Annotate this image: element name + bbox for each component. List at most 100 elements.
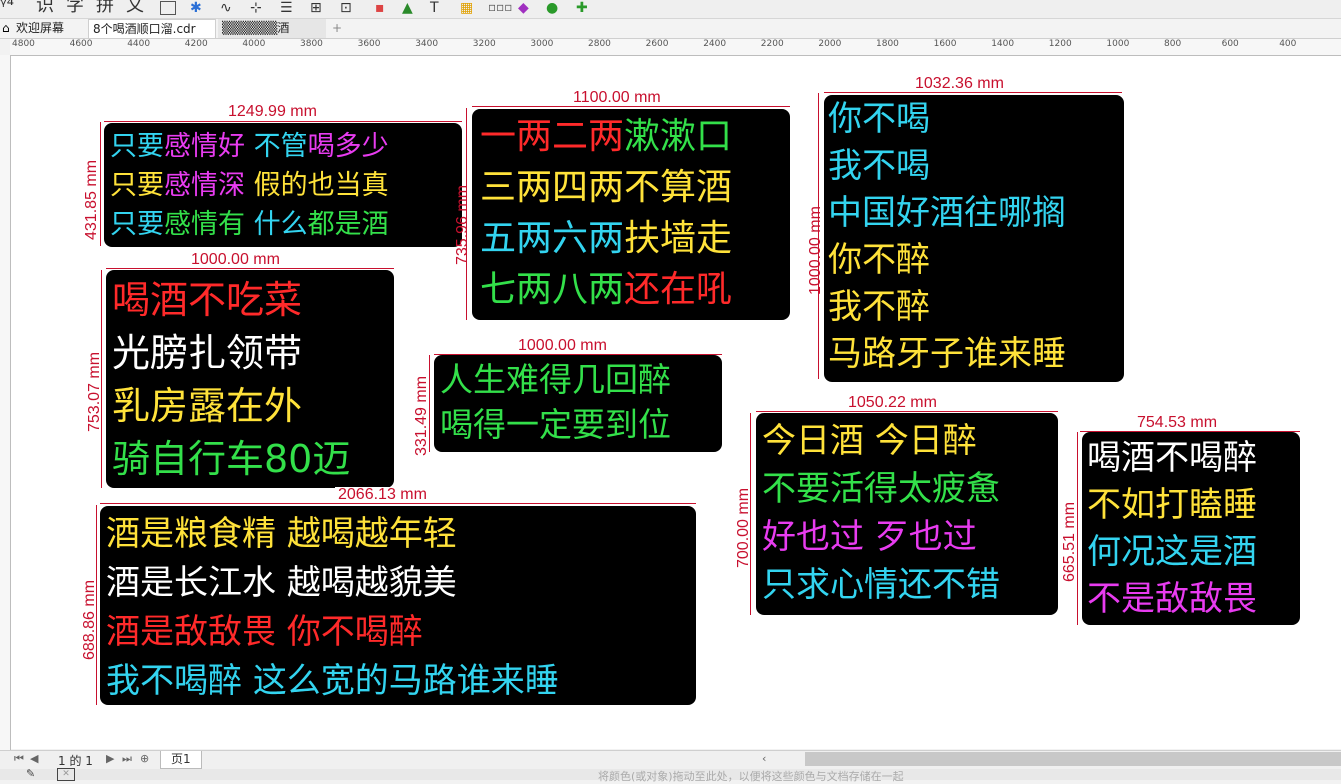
tab-file2[interactable]: ▒▒▒▒▒▒酒词.cdr [218, 19, 326, 54]
sign-line: 你不醉 [828, 237, 1120, 284]
plugin-icon[interactable]: ✚ [576, 0, 588, 16]
ruler-tick-label: 4800 [12, 39, 35, 49]
home-icon[interactable]: ⌂ [2, 21, 10, 35]
sign-text: 不要活得太疲惫 [762, 469, 1000, 509]
sign-text: 人生难得几回醉 [440, 360, 671, 399]
ruler-tick-label: 3600 [357, 39, 381, 49]
sign-line: 只要感情深 假的也当真 [110, 166, 456, 205]
select-icon[interactable]: ⊡ [340, 0, 352, 16]
export-icon[interactable]: ▪ [375, 0, 385, 16]
last-page-icon[interactable]: ⏭ [122, 752, 132, 766]
sign-text: 喝酒不喝醉 [1087, 438, 1257, 478]
sign-line: 中国好酒往哪搁 [828, 190, 1120, 237]
sign-line: 三两四两不算酒 [480, 162, 782, 213]
sign-board-3[interactable]: 你不喝 我不喝 中国好酒往哪搁 你不醉 我不醉 马路牙子谁来睡 [824, 95, 1124, 382]
prev-page-icon[interactable]: ◀ [30, 752, 38, 765]
sign-line: 一两二两漱漱口 [480, 111, 782, 162]
sign-text: 马路牙子谁来睡 [828, 334, 1066, 374]
dim-line [100, 122, 101, 246]
ruler-tick-label: 4400 [127, 39, 151, 49]
board1-height-label: 431.85 mm [83, 159, 100, 240]
sign-line: 乳房露在外 [112, 380, 388, 433]
sign-line: 光膀扎领带 [112, 327, 388, 380]
line-icon[interactable]: ☰ [280, 0, 293, 16]
tab-file1[interactable]: 8个喝酒顺口溜.cdr [88, 19, 216, 38]
macro-icon[interactable]: ◆ [518, 0, 529, 16]
sign-text: 酒是敌敌畏 [106, 612, 287, 652]
sign-text: 假的也当真 [245, 170, 389, 201]
board2-width-label: 1100.00 mm [570, 90, 664, 106]
sign-line: 酒是长江水 越喝越貌美 [106, 559, 690, 608]
sign-board-4[interactable]: 喝酒不吃菜 光膀扎领带 乳房露在外 骑自行车80迈 [106, 270, 394, 488]
sign-text: 越喝越貌美 [286, 563, 457, 603]
sign-board-2[interactable]: 一两二两漱漱口 三两四两不算酒 五两六两扶墙走 七两八两还在吼 [472, 109, 790, 320]
horizontal-scrollbar[interactable] [805, 752, 1341, 766]
sign-text: 感情有 [164, 209, 245, 240]
sign-line: 酒是敌敌畏 你不喝醉 [106, 608, 690, 657]
board2-height-label: 735.96 mm [454, 184, 471, 265]
ruler-tick-label: 2600 [645, 39, 669, 49]
scroll-left-icon[interactable]: ‹ [762, 752, 766, 765]
tab-welcome[interactable]: 欢迎屏幕 [12, 19, 68, 38]
grid-icon[interactable]: ⊞ [310, 0, 322, 16]
link-icon[interactable]: ✱ [190, 0, 202, 16]
import-icon[interactable]: ▲ [402, 0, 413, 16]
add-page-icon[interactable]: ⊕ [140, 752, 149, 765]
board1-width-label: 1249.99 mm [225, 104, 320, 120]
dim-line [106, 268, 394, 269]
sign-board-5[interactable]: 人生难得几回醉 喝得一定要到位 [434, 355, 722, 452]
text-icon[interactable]: T [430, 0, 439, 16]
sign-text: 不是敌敌畏 [1087, 579, 1257, 619]
sign-line: 我不喝 [828, 143, 1120, 190]
dots-icon[interactable]: ▫▫▫ [488, 0, 512, 14]
sign-text: 不如打瞌睡 [1087, 485, 1257, 525]
curve-icon[interactable]: ∿ [220, 0, 232, 16]
toolbar-logo-icon[interactable]: ᵞ⁴ [0, 0, 14, 16]
horizontal-ruler[interactable]: 4800 4600 4400 4200 4000 3800 3600 3400 3200 3000… [10, 39, 1341, 56]
sign-text: 三两四两 [480, 167, 625, 208]
toolbar-button-2[interactable]: 字 [66, 0, 84, 16]
color-docker-bar: ✎ ✕ 将颜色(或对象)拖动至此处，以便将这些颜色与文档存储在一起 [0, 767, 1341, 783]
tab-page1[interactable]: 页1 [160, 751, 202, 769]
sign-text: 只要 [110, 170, 164, 201]
eyedropper-icon[interactable]: ✎ [26, 767, 35, 780]
sign-text: 漱漱口 [624, 116, 733, 157]
first-page-icon[interactable]: ⏮ [14, 752, 24, 766]
vertical-ruler[interactable] [0, 55, 11, 750]
sign-line: 酒是粮食精 越喝越年轻 [106, 510, 690, 559]
node-icon[interactable]: ⊹ [250, 0, 262, 16]
sign-text: 扶墙走 [624, 218, 733, 259]
sign-line: 只要感情好 不管喝多少 [110, 127, 456, 166]
ruler-tick-label: 2200 [760, 39, 784, 49]
ruler-tick-label: 1200 [1048, 39, 1072, 49]
ruler-tick-label: 1800 [876, 39, 899, 49]
sign-text: 感情好 [164, 131, 245, 162]
sign-board-6[interactable]: 今日酒 今日醉 不要活得太疲惫 好也过 歹也过 只求心情还不错 [756, 413, 1058, 615]
sign-board-8[interactable]: 酒是粮食精 越喝越年轻 酒是长江水 越喝越貌美 酒是敌敌畏 你不喝醉 我不喝醉 这么宽… [100, 506, 696, 705]
toolbar-button-3[interactable]: 拼 [96, 0, 114, 16]
add-tab-button[interactable]: + [328, 19, 346, 38]
no-fill-icon[interactable]: ✕ [57, 768, 75, 781]
ruler-tick-label: 2400 [703, 39, 727, 49]
sign-board-1[interactable]: 只要感情好 不管喝多少 只要感情深 假的也当真 只要感情有 什么都是酒 [104, 123, 462, 247]
table-icon[interactable]: ▦ [460, 0, 473, 16]
sign-board-7[interactable]: 喝酒不喝醉 不如打瞌睡 何况这是酒 不是敌敌畏 [1082, 432, 1300, 625]
toolbar-button-4[interactable]: 文 [126, 0, 144, 16]
color-icon[interactable]: ● [546, 0, 558, 16]
sign-text: 中国好酒往哪搁 [828, 193, 1066, 233]
sign-text: 只要 [110, 209, 164, 240]
board6-width-label: 1050.22 mm [845, 395, 940, 411]
next-page-icon[interactable]: ▶ [106, 752, 114, 765]
top-toolbar: ᵞ⁴ 识 字 拼 文 ✱ ∿ ⊹ ☰ ⊞ ⊡ ▪ ▲ T ▦ ▫▫▫ ◆ ● ✚ [0, 0, 1341, 19]
ruler-tick-label: 800 [1164, 39, 1182, 49]
sign-text: 乳房露在外 [112, 384, 303, 428]
board3-width-label: 1032.36 mm [912, 76, 1007, 92]
doc-icon[interactable] [160, 1, 176, 15]
ruler-tick-label: 1000 [1106, 39, 1130, 49]
sign-text: 越喝越年轻 [286, 514, 457, 554]
board3-height-label: 1000.00 mm [807, 206, 824, 295]
dim-line [100, 503, 696, 504]
sign-text: 还在吼 [624, 269, 733, 310]
ruler-tick-label: 1400 [991, 39, 1015, 49]
toolbar-button-1[interactable]: 识 [36, 0, 54, 16]
